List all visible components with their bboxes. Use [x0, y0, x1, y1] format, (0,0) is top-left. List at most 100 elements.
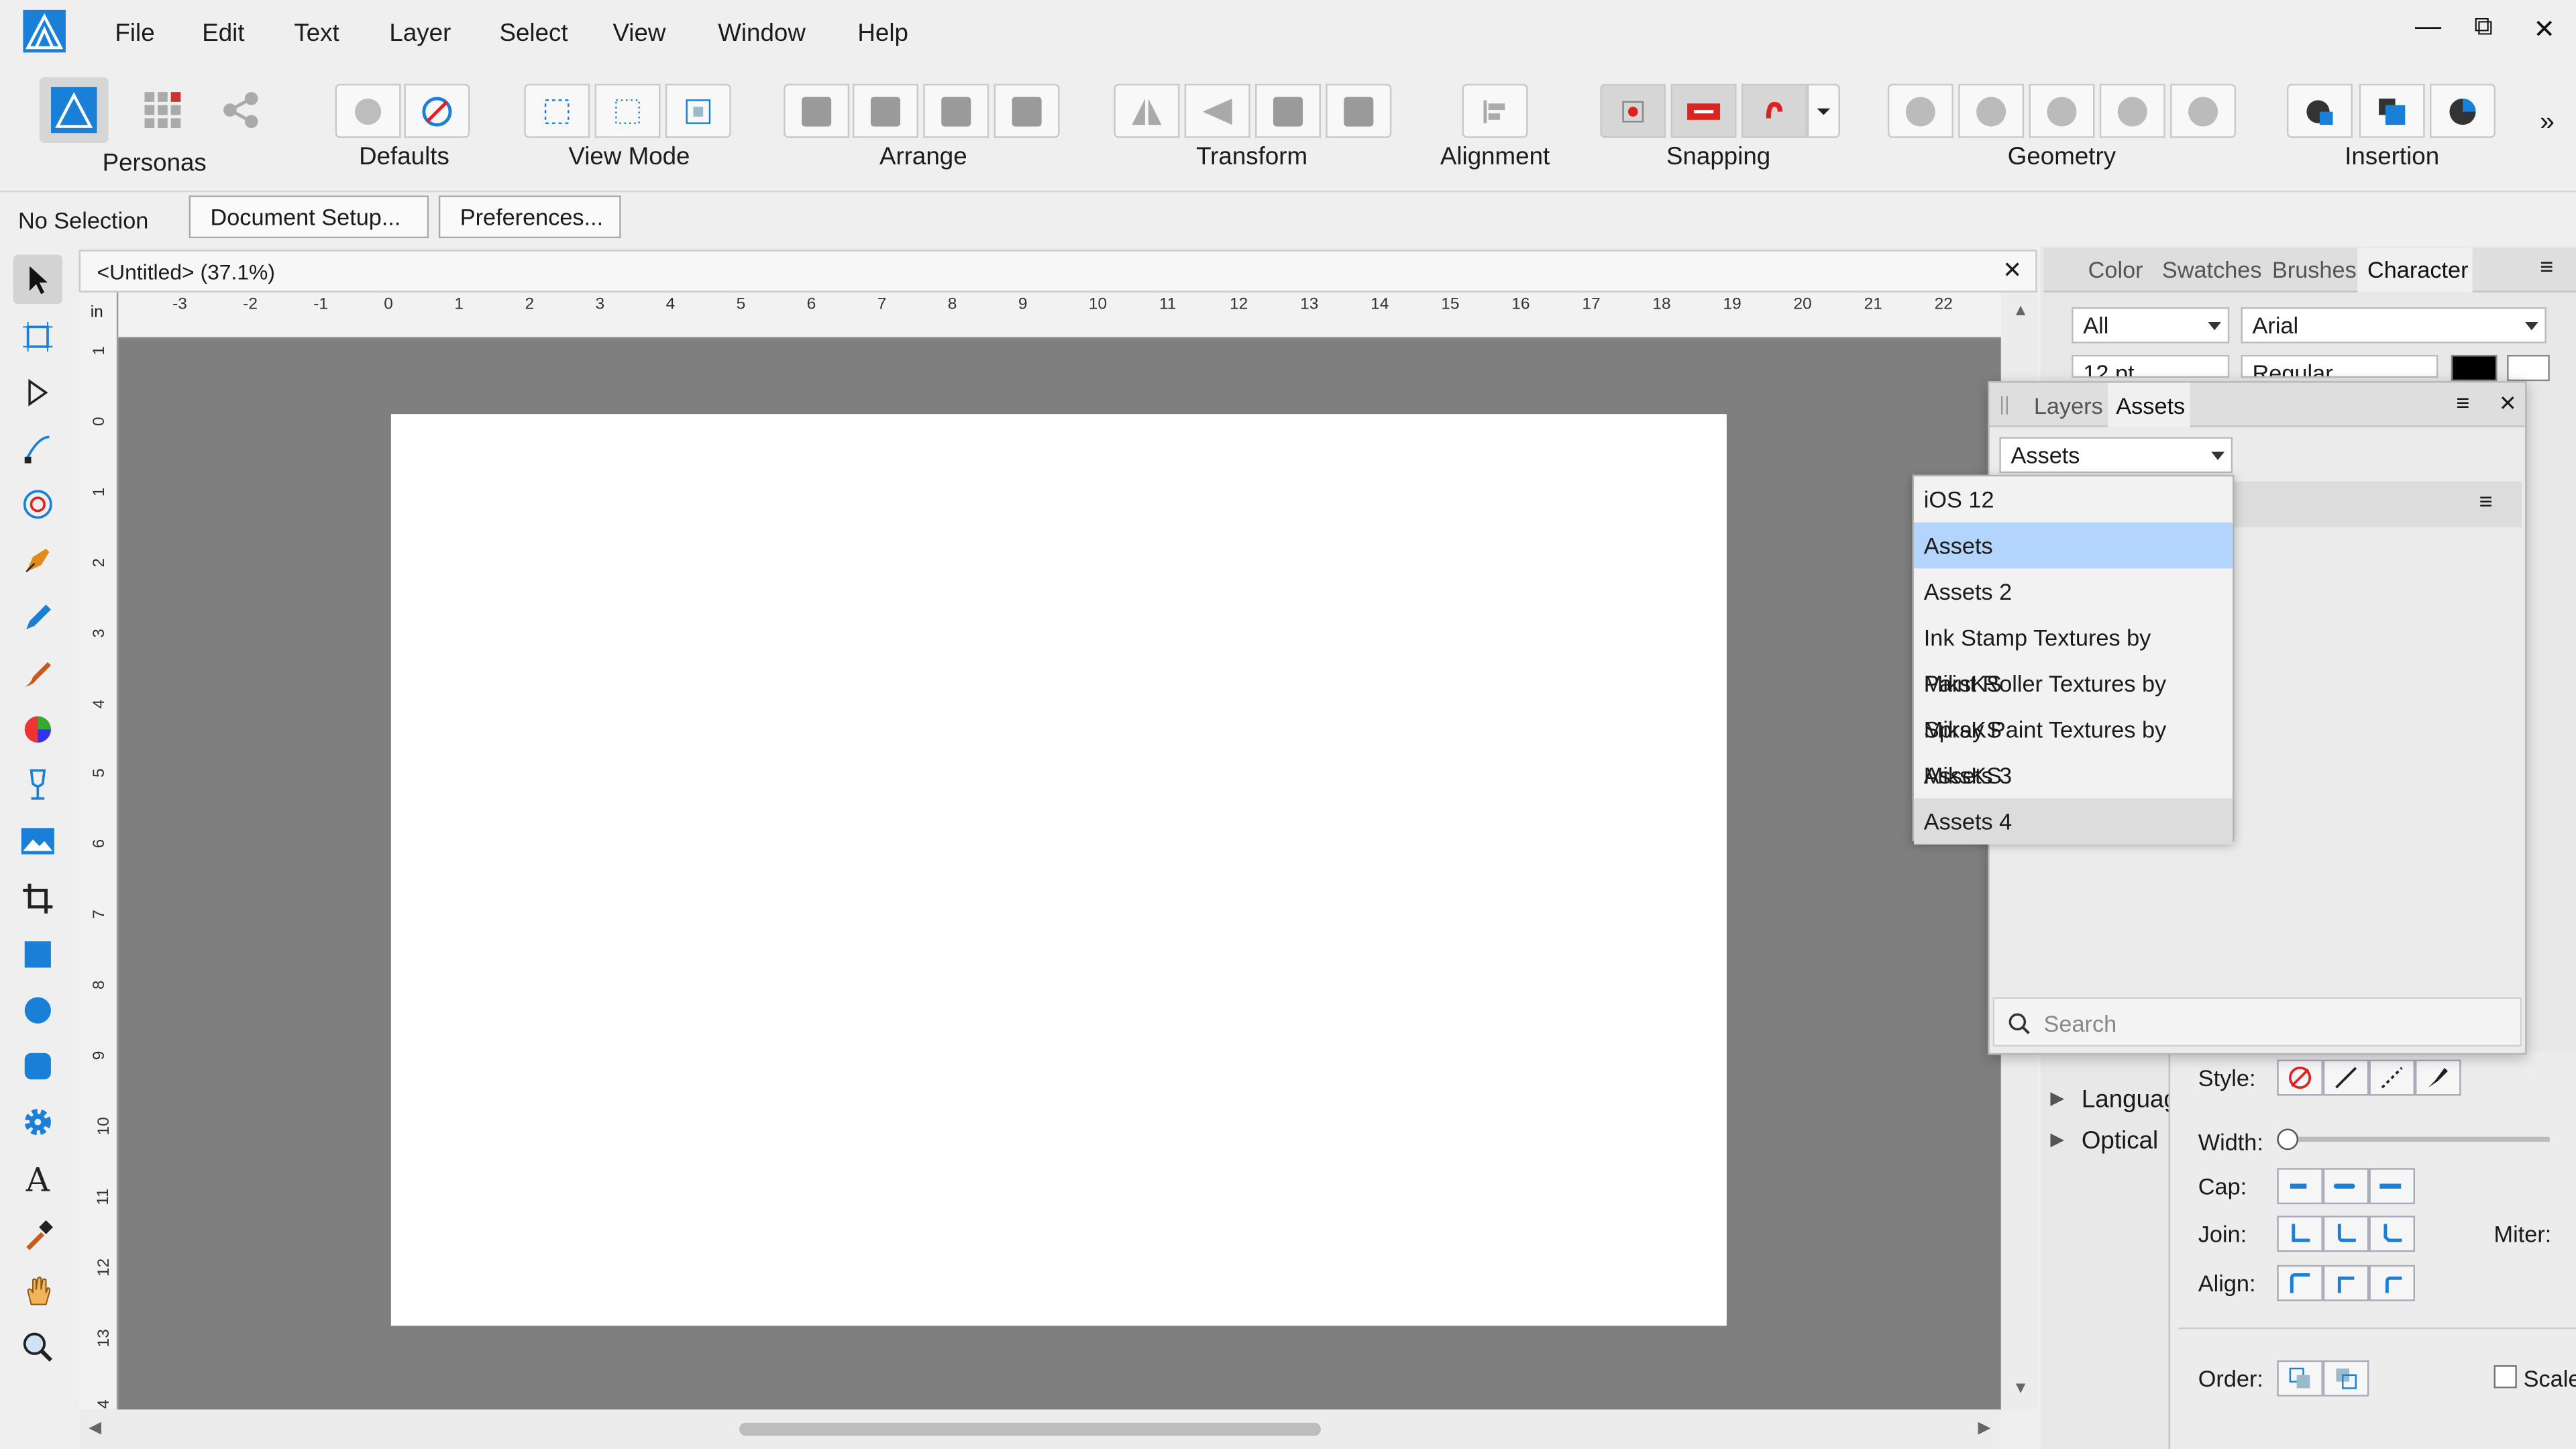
move-back-one-button[interactable] — [853, 83, 918, 138]
cap-butt-button[interactable] — [2277, 1168, 2323, 1205]
move-forward-one-button[interactable] — [923, 83, 989, 138]
tab-layers[interactable]: Layers — [2034, 392, 2103, 419]
rotate-right-button[interactable] — [1326, 83, 1392, 138]
menu-text[interactable]: Text — [294, 19, 339, 48]
dropdown-item-ios12[interactable]: iOS 12 — [1914, 476, 2233, 523]
revert-defaults-button[interactable] — [404, 83, 470, 138]
flip-vertical-button[interactable] — [1184, 83, 1250, 138]
ellipse-tool[interactable] — [13, 985, 62, 1034]
cog-shape-tool[interactable] — [13, 1097, 62, 1146]
menu-help[interactable]: Help — [857, 19, 908, 48]
assets-category-select[interactable]: Assets — [1999, 437, 2233, 474]
geometry-subtract-button[interactable] — [1958, 83, 2025, 138]
menu-select[interactable]: Select — [499, 19, 568, 48]
view-tool[interactable] — [13, 1267, 62, 1316]
scroll-down-arrow-icon[interactable]: ▼ — [2012, 1380, 2029, 1398]
dropdown-item-assets-2[interactable]: Assets 2 — [1914, 568, 2233, 614]
move-to-front-button[interactable] — [994, 83, 1060, 138]
order-front-button[interactable] — [2322, 1360, 2369, 1397]
corner-tool[interactable] — [13, 424, 62, 473]
stroke-dashed-button[interactable] — [2369, 1059, 2416, 1096]
assets-search-input[interactable]: Search — [1992, 997, 2522, 1047]
stroke-brush-button[interactable] — [2415, 1059, 2461, 1096]
view-mode-2-button[interactable] — [594, 83, 661, 138]
expand-arrow-icon[interactable]: ▶ — [2050, 1087, 2064, 1109]
view-mode-3-button[interactable] — [665, 83, 731, 138]
fill-tool[interactable] — [13, 705, 62, 754]
menu-view[interactable]: View — [612, 19, 665, 48]
horizontal-scrollbar[interactable]: ◀ ▶ — [78, 1409, 2001, 1449]
view-mode-1-button[interactable] — [524, 83, 590, 138]
snapping-dropdown-button[interactable] — [1807, 83, 1840, 138]
horizontal-scroll-thumb[interactable] — [739, 1422, 1321, 1436]
tab-assets[interactable]: Assets — [2116, 392, 2185, 419]
minimize-button[interactable]: — — [2415, 13, 2441, 43]
menu-file[interactable]: File — [115, 19, 154, 48]
pencil-tool[interactable] — [13, 593, 62, 642]
move-to-back-button[interactable] — [784, 83, 850, 138]
export-persona-button[interactable] — [217, 87, 263, 133]
panel-menu-icon[interactable]: ≡ — [2456, 389, 2469, 415]
expand-arrow-icon[interactable]: ▶ — [2050, 1128, 2064, 1150]
pen-tool[interactable] — [13, 535, 62, 584]
scroll-right-arrow-icon[interactable]: ▶ — [1978, 1419, 1991, 1438]
order-behind-button[interactable] — [2277, 1360, 2323, 1397]
crop-tool[interactable] — [13, 874, 62, 923]
preferences-button[interactable]: Preferences... — [438, 195, 621, 239]
join-miter-button[interactable] — [2277, 1216, 2323, 1252]
document-page[interactable] — [390, 414, 1727, 1326]
menu-layer[interactable]: Layer — [389, 19, 451, 48]
designer-persona-button[interactable] — [39, 77, 109, 144]
dropdown-item-assets[interactable]: Assets — [1914, 522, 2233, 569]
dropdown-item-assets-3[interactable]: Assets 3 — [1914, 753, 2233, 799]
text-tool[interactable]: A — [13, 1155, 62, 1204]
place-image-tool[interactable] — [13, 816, 62, 865]
drag-grip-icon[interactable]: || — [1999, 392, 2009, 415]
rectangle-tool[interactable] — [13, 930, 62, 979]
snapping-grid-button[interactable] — [1600, 83, 1666, 138]
transparency-tool[interactable] — [13, 761, 62, 810]
sync-defaults-button[interactable] — [335, 83, 401, 138]
menu-window[interactable]: Window — [718, 19, 806, 48]
align-inside-button[interactable] — [2277, 1265, 2323, 1301]
join-round-button[interactable] — [2322, 1216, 2369, 1252]
geometry-divide-button[interactable] — [2170, 83, 2237, 138]
font-collection-select[interactable]: All — [2072, 307, 2230, 343]
font-style-select[interactable]: Regular — [2241, 354, 2438, 378]
text-stroke-swatch[interactable] — [2507, 354, 2550, 382]
tab-character[interactable]: Character — [2367, 256, 2469, 282]
insert-top-button[interactable] — [2359, 83, 2425, 138]
snapping-options-button[interactable] — [1670, 83, 1737, 138]
toolbar-overflow-button[interactable]: » — [2540, 109, 2555, 138]
rounded-rectangle-tool[interactable] — [13, 1042, 62, 1091]
vector-brush-tool[interactable] — [13, 649, 62, 698]
category-menu-icon[interactable]: ≡ — [2479, 488, 2493, 514]
alignment-button[interactable] — [1462, 83, 1528, 138]
join-bevel-button[interactable] — [2369, 1216, 2416, 1252]
cap-square-button[interactable] — [2369, 1168, 2416, 1205]
snapping-magnet-button[interactable] — [1741, 83, 1807, 138]
close-window-button[interactable]: ✕ — [2533, 13, 2555, 46]
document-tab[interactable]: <Untitled> (37.1%) ✕ — [78, 250, 2037, 292]
restore-button[interactable]: ⧉ — [2474, 13, 2493, 43]
geometry-intersect-button[interactable] — [2029, 83, 2095, 138]
flip-horizontal-button[interactable] — [1114, 83, 1180, 138]
scroll-left-arrow-icon[interactable]: ◀ — [89, 1419, 101, 1438]
cap-round-button[interactable] — [2322, 1168, 2369, 1205]
insert-inside-button[interactable] — [2430, 83, 2496, 138]
section-optical[interactable]: Optical — [2082, 1127, 2158, 1155]
pixel-persona-button[interactable] — [140, 87, 186, 133]
dropdown-item-ink-stamp[interactable]: Ink Stamp Textures by MiksKS — [1914, 614, 2233, 697]
tab-swatches[interactable]: Swatches — [2162, 256, 2262, 282]
stroke-width-slider-track[interactable] — [2280, 1136, 2550, 1142]
document-setup-button[interactable]: Document Setup... — [189, 195, 429, 239]
stroke-solid-button[interactable] — [2322, 1059, 2369, 1096]
scroll-up-arrow-icon[interactable]: ▲ — [2012, 303, 2029, 321]
text-fill-swatch[interactable] — [2451, 354, 2498, 382]
move-tool[interactable] — [13, 254, 63, 305]
font-family-select[interactable]: Arial — [2241, 307, 2546, 343]
color-picker-tool[interactable] — [13, 1211, 62, 1260]
scale-checkbox[interactable] — [2493, 1365, 2517, 1389]
stroke-width-slider-thumb[interactable] — [2277, 1128, 2299, 1150]
dropdown-item-paint-roller[interactable]: Paint Roller Textures by MiksKS — [1914, 660, 2233, 743]
